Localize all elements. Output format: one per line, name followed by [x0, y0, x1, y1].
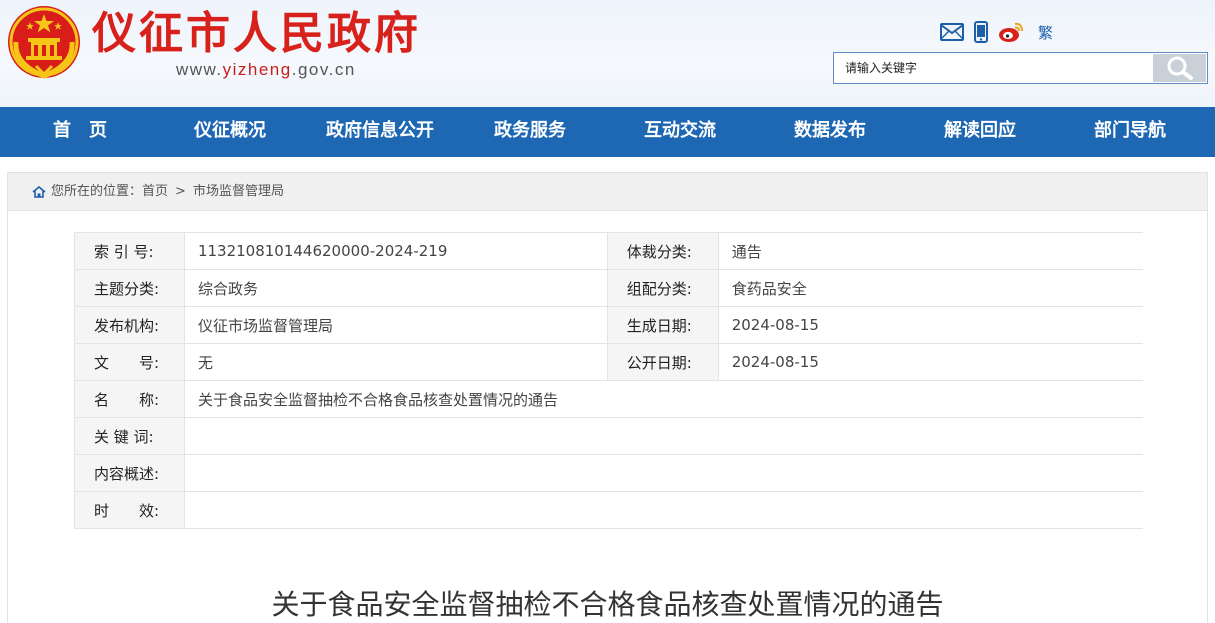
meta-key-doc-number: 文 号: — [74, 343, 185, 381]
table-row: 文 号: 无 公开日期: 2024-08-15 — [74, 343, 1143, 381]
meta-key-category: 组配分类: — [606, 269, 719, 307]
meta-value-publisher: 仪征市场监督管理局 — [183, 306, 608, 344]
breadcrumb-prefix: 您所在的位置： — [51, 183, 143, 199]
breadcrumb-current-link[interactable]: 市场监督管理局 — [193, 173, 284, 211]
home-icon — [32, 185, 46, 198]
meta-key-publish-date: 公开日期: — [606, 343, 719, 381]
meta-key-topic: 主题分类: — [74, 269, 185, 307]
meta-value-publish-date: 2024-08-15 — [717, 343, 1143, 381]
header-tools: 繁 — [940, 20, 1053, 44]
content-panel: 您所在的位置： 首页 > 市场监督管理局 索 引 号: 113210810144… — [7, 172, 1208, 623]
meta-key-name: 名 称: — [74, 380, 185, 418]
table-row: 发布机构: 仪征市场监督管理局 生成日期: 2024-08-15 — [74, 306, 1143, 344]
meta-value-created-date: 2024-08-15 — [717, 306, 1143, 344]
meta-key-genre: 体裁分类: — [606, 232, 719, 270]
search-input[interactable] — [834, 53, 1152, 83]
nav-data-release[interactable]: 数据发布 — [794, 107, 866, 157]
nav-interpretation[interactable]: 解读回应 — [944, 107, 1016, 157]
main-nav: 首 页 仪征概况 政府信息公开 政务服务 互动交流 数据发布 解读回应 部门导航 — [0, 107, 1215, 157]
mobile-icon[interactable] — [974, 21, 988, 43]
meta-value-doc-number: 无 — [183, 343, 608, 381]
site-title[interactable]: 仪征市人民政府 — [92, 6, 421, 62]
table-row: 索 引 号: 113210810144620000-2024-219 体裁分类:… — [74, 232, 1143, 270]
nav-interaction[interactable]: 互动交流 — [644, 107, 716, 157]
site-header: 仪征市人民政府 www.yizheng.gov.cn 繁 — [0, 0, 1215, 107]
table-row: 主题分类: 综合政务 组配分类: 食药品安全 — [74, 269, 1143, 307]
meta-value-keywords — [183, 417, 1143, 455]
nav-home[interactable]: 首 页 — [53, 107, 107, 157]
meta-value-category: 食药品安全 — [717, 269, 1143, 307]
search-box — [833, 52, 1208, 84]
traditional-chinese-toggle[interactable]: 繁 — [1038, 22, 1053, 43]
domain-prefix: www. — [176, 60, 223, 79]
search-button[interactable] — [1153, 54, 1206, 82]
domain-highlight: yizheng — [222, 60, 292, 79]
weibo-icon[interactable] — [998, 21, 1024, 43]
meta-key-index-no: 索 引 号: — [74, 232, 185, 270]
breadcrumb: 您所在的位置： 首页 > 市场监督管理局 — [8, 173, 1207, 211]
document-metadata-table: 索 引 号: 113210810144620000-2024-219 体裁分类:… — [74, 232, 1143, 529]
meta-value-name: 关于食品安全监督抽检不合格食品核查处置情况的通告 — [183, 380, 1143, 418]
mail-icon[interactable] — [940, 21, 964, 43]
meta-key-summary: 内容概述: — [74, 454, 185, 492]
meta-value-genre: 通告 — [717, 232, 1143, 270]
meta-key-publisher: 发布机构: — [74, 306, 185, 344]
nav-overview[interactable]: 仪征概况 — [194, 107, 266, 157]
meta-key-validity: 时 效: — [74, 491, 185, 529]
breadcrumb-separator: > — [175, 183, 186, 199]
meta-key-created-date: 生成日期: — [606, 306, 719, 344]
nav-gov-services[interactable]: 政务服务 — [494, 107, 566, 157]
meta-value-topic: 综合政务 — [183, 269, 608, 307]
breadcrumb-home-link[interactable]: 首页 — [142, 173, 168, 211]
meta-value-index-no: 113210810144620000-2024-219 — [183, 232, 608, 270]
meta-value-validity — [183, 491, 1143, 529]
table-row: 时 效: — [74, 491, 1143, 529]
search-icon — [1167, 56, 1193, 80]
document-title: 关于食品安全监督抽检不合格食品核查处置情况的通告 — [271, 588, 944, 621]
national-emblem-icon[interactable] — [6, 4, 82, 82]
table-row: 关 键 词: — [74, 417, 1143, 455]
nav-departments[interactable]: 部门导航 — [1094, 107, 1166, 157]
domain-suffix: .gov.cn — [291, 60, 356, 79]
nav-info-disclosure[interactable]: 政府信息公开 — [326, 107, 434, 157]
table-row: 名 称: 关于食品安全监督抽检不合格食品核查处置情况的通告 — [74, 380, 1143, 418]
meta-key-keywords: 关 键 词: — [74, 417, 185, 455]
meta-value-summary — [183, 454, 1143, 492]
site-domain: www.yizheng.gov.cn — [176, 60, 356, 80]
table-row: 内容概述: — [74, 454, 1143, 492]
